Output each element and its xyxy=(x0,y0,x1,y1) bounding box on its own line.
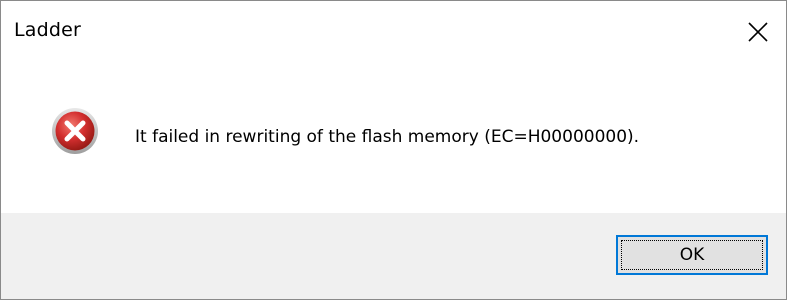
error-dialog: Ladder It failed in rewriting of the fla… xyxy=(0,0,787,300)
ok-button[interactable]: OK xyxy=(616,235,768,275)
dialog-content: It failed in rewriting of the flash memo… xyxy=(1,57,786,213)
error-message: It failed in rewriting of the flash memo… xyxy=(135,127,640,147)
button-bar: OK xyxy=(1,213,786,299)
window-title: Ladder xyxy=(14,19,82,41)
title-bar: Ladder xyxy=(1,1,786,57)
close-button[interactable] xyxy=(734,1,786,57)
ok-button-label: OK xyxy=(621,240,763,270)
error-icon xyxy=(52,108,98,154)
close-icon xyxy=(748,22,768,42)
